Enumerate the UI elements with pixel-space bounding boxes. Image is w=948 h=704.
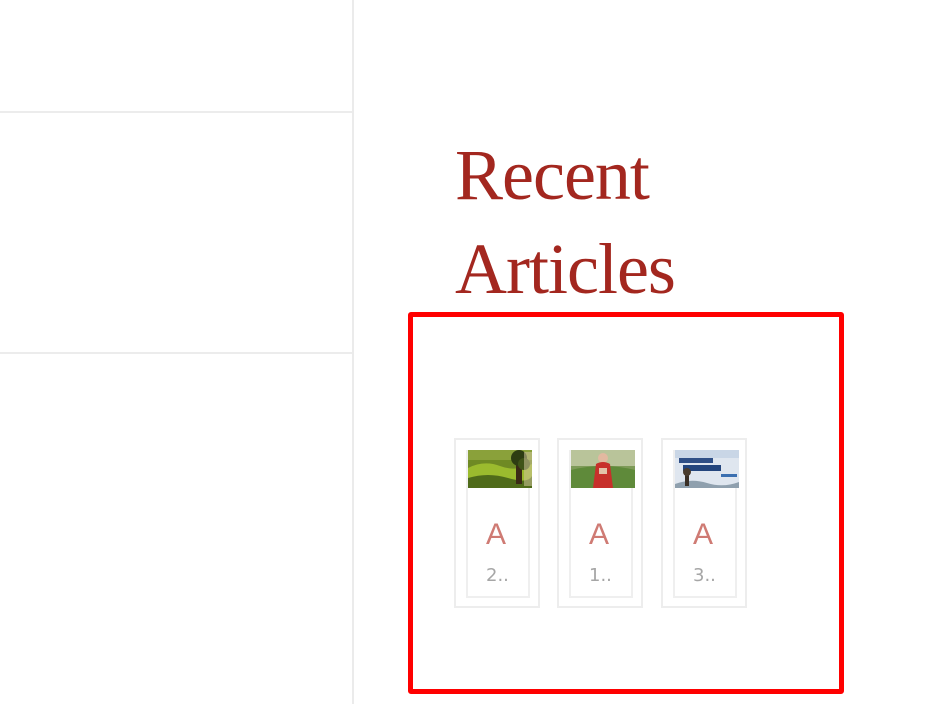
recent-articles-heading: Recent Articles (455, 135, 676, 309)
section-divider (0, 111, 352, 113)
article-date: 3.. (693, 566, 716, 586)
landscape-painting-image (468, 450, 532, 488)
article-title[interactable]: A (589, 518, 629, 552)
article-date: 2.. (486, 566, 509, 586)
article-card[interactable]: A 3.. (661, 438, 747, 608)
left-content-column (0, 0, 354, 704)
article-card[interactable]: A 2.. (454, 438, 540, 608)
article-thumbnail[interactable] (571, 450, 635, 488)
article-date: 1.. (589, 566, 612, 586)
article-title[interactable]: A (486, 518, 526, 552)
article-thumbnail[interactable] (675, 450, 739, 488)
article-card[interactable]: A 1.. (557, 438, 643, 608)
article-card-inner: A 1.. (569, 450, 635, 598)
article-card-inner: A 2.. (466, 450, 532, 598)
landscape-book-cover-image (675, 450, 739, 488)
article-thumbnail[interactable] (468, 450, 532, 488)
article-card-inner: A 3.. (673, 450, 739, 598)
woman-in-red-painting-image (571, 450, 635, 488)
article-title[interactable]: A (693, 518, 733, 552)
section-divider (0, 352, 352, 354)
